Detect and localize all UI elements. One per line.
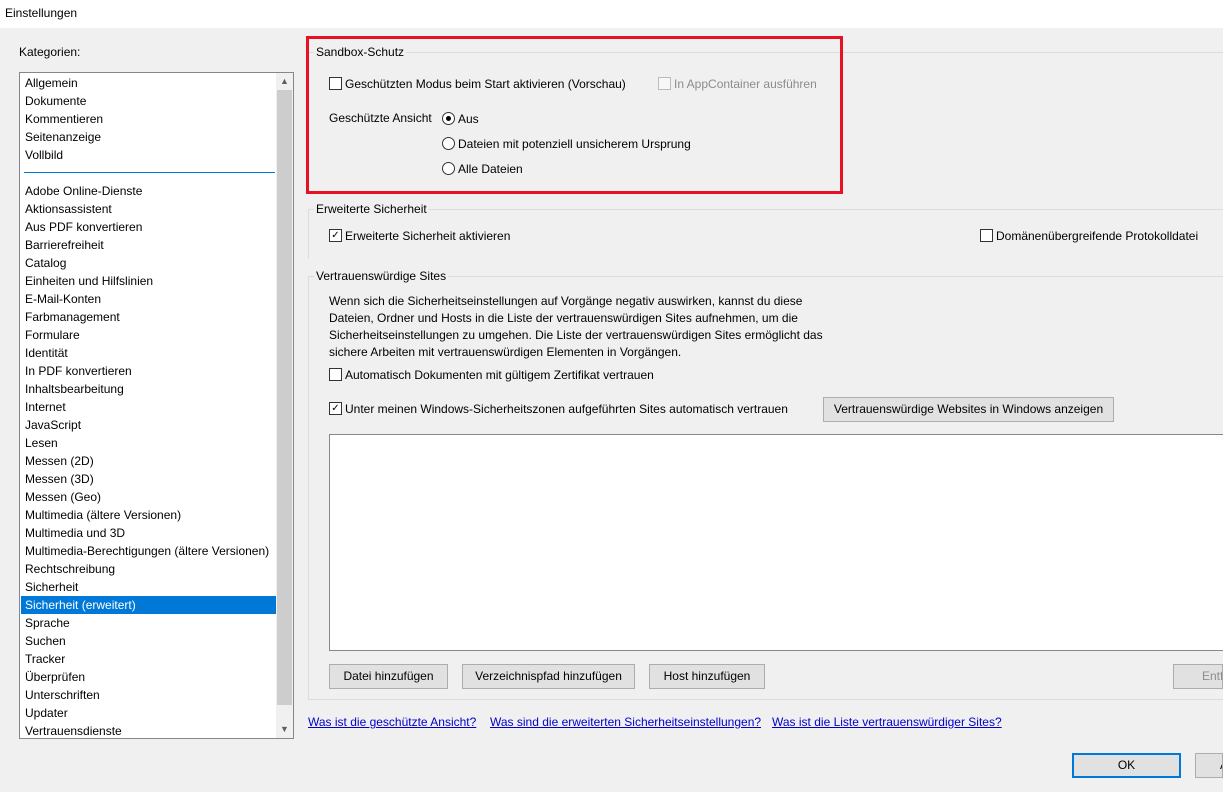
category-item[interactable]: JavaScript bbox=[21, 416, 276, 434]
trust-certified-label: Automatisch Dokumenten mit gültigem Zert… bbox=[345, 368, 654, 382]
category-item[interactable]: Lesen bbox=[21, 434, 276, 452]
radio-all-files[interactable] bbox=[442, 162, 455, 175]
add-host-button[interactable]: Host hinzufügen bbox=[649, 664, 765, 689]
category-item[interactable]: Vollbild bbox=[21, 146, 276, 164]
category-item[interactable]: Updater bbox=[21, 704, 276, 722]
enhanced-security-checkbox[interactable]: ✓ bbox=[329, 229, 342, 242]
trust-windows-zones-label: Unter meinen Windows-Sicherheitszonen au… bbox=[345, 402, 788, 416]
scroll-up-icon[interactable]: ▲ bbox=[276, 73, 293, 90]
sandbox-group bbox=[308, 52, 1223, 54]
category-scrollbar[interactable]: ▲ ▼ bbox=[276, 73, 293, 738]
category-item[interactable]: Farbmanagement bbox=[21, 308, 276, 326]
category-item[interactable]: Unterschriften bbox=[21, 686, 276, 704]
protected-view-label: Geschützte Ansicht bbox=[329, 111, 432, 125]
category-item-selected[interactable]: Sicherheit (erweitert) bbox=[21, 596, 276, 614]
category-item[interactable]: Multimedia und 3D bbox=[21, 524, 276, 542]
category-item[interactable]: In PDF konvertieren bbox=[21, 362, 276, 380]
category-item[interactable]: Einheiten und Hilfslinien bbox=[21, 272, 276, 290]
category-item[interactable]: Seitenanzeige bbox=[21, 128, 276, 146]
scroll-down-icon[interactable]: ▼ bbox=[276, 721, 293, 738]
link-protected-view[interactable]: Was ist die geschützte Ansicht? bbox=[308, 715, 476, 729]
category-item[interactable]: Catalog bbox=[21, 254, 276, 272]
remove-button[interactable]: Entf bbox=[1173, 664, 1223, 689]
category-item[interactable]: Suchen bbox=[21, 632, 276, 650]
category-item[interactable]: Vertrauensdienste bbox=[21, 722, 276, 738]
category-item[interactable]: Adobe Online-Dienste bbox=[21, 182, 276, 200]
radio-off[interactable] bbox=[442, 112, 455, 125]
category-item[interactable]: Aktionsassistent bbox=[21, 200, 276, 218]
category-item[interactable]: Multimedia-Berechtigungen (ältere Versio… bbox=[21, 542, 276, 560]
radio-all-files-label: Alle Dateien bbox=[458, 162, 523, 176]
category-item[interactable]: Internet bbox=[21, 398, 276, 416]
category-item[interactable]: Dokumente bbox=[21, 92, 276, 110]
radio-selected-dot bbox=[446, 116, 451, 121]
enhanced-security-label: Erweiterte Sicherheit aktivieren bbox=[345, 229, 511, 243]
category-item[interactable]: Sprache bbox=[21, 614, 276, 632]
protected-mode-label: Geschützten Modus beim Start aktivieren … bbox=[345, 77, 626, 91]
cancel-button[interactable]: A bbox=[1195, 753, 1223, 778]
category-item[interactable]: Messen (2D) bbox=[21, 452, 276, 470]
category-item[interactable]: E-Mail-Konten bbox=[21, 290, 276, 308]
link-trusted-sites[interactable]: Was ist die Liste vertrauenswürdiger Sit… bbox=[772, 715, 1002, 729]
radio-unsafe-origin[interactable] bbox=[442, 137, 455, 150]
trust-certified-checkbox[interactable] bbox=[329, 368, 342, 381]
category-item[interactable]: Aus PDF konvertieren bbox=[21, 218, 276, 236]
appcontainer-checkbox[interactable] bbox=[658, 77, 671, 90]
link-enhanced-security[interactable]: Was sind die erweiterten Sicherheitseins… bbox=[490, 715, 761, 729]
category-item[interactable]: Sicherheit bbox=[21, 578, 276, 596]
scrollbar-thumb[interactable] bbox=[277, 90, 292, 705]
category-item[interactable]: Rechtschreibung bbox=[21, 560, 276, 578]
radio-unsafe-origin-label: Dateien mit potenziell unsicherem Urspru… bbox=[458, 137, 691, 151]
category-item[interactable]: Inhaltsbearbeitung bbox=[21, 380, 276, 398]
trust-windows-zones-checkbox[interactable]: ✓ bbox=[329, 402, 342, 415]
category-item[interactable]: Messen (3D) bbox=[21, 470, 276, 488]
title-bar: Einstellungen bbox=[0, 0, 1223, 28]
crossdomain-log-label: Domänenübergreifende Protokolldatei bbox=[996, 229, 1199, 243]
trusted-sites-legend: Vertrauenswürdige Sites bbox=[314, 269, 449, 283]
add-file-button[interactable]: Datei hinzufügen bbox=[329, 664, 448, 689]
category-item[interactable]: Messen (Geo) bbox=[21, 488, 276, 506]
window-title: Einstellungen bbox=[5, 6, 78, 20]
radio-off-label: Aus bbox=[458, 112, 479, 126]
crossdomain-log-checkbox[interactable] bbox=[980, 229, 993, 242]
add-folder-button[interactable]: Verzeichnispfad hinzufügen bbox=[462, 664, 635, 689]
ok-button[interactable]: OK bbox=[1072, 753, 1181, 778]
category-item[interactable]: Identität bbox=[21, 344, 276, 362]
appcontainer-label: In AppContainer ausführen bbox=[674, 77, 817, 91]
category-list[interactable]: Allgemein Dokumente Kommentieren Seitena… bbox=[19, 72, 294, 739]
show-windows-sites-button[interactable]: Vertrauenswürdige Websites in Windows an… bbox=[823, 397, 1114, 422]
category-item[interactable]: Multimedia (ältere Versionen) bbox=[21, 506, 276, 524]
category-item[interactable]: Formulare bbox=[21, 326, 276, 344]
trusted-sites-description: Wenn sich die Sicherheitseinstellungen a… bbox=[329, 294, 823, 359]
category-item[interactable]: Allgemein bbox=[21, 74, 276, 92]
category-item[interactable]: Überprüfen bbox=[21, 668, 276, 686]
category-item[interactable]: Kommentieren bbox=[21, 110, 276, 128]
category-item[interactable]: Barrierefreiheit bbox=[21, 236, 276, 254]
category-separator bbox=[24, 172, 275, 173]
sandbox-legend: Sandbox-Schutz bbox=[314, 45, 407, 59]
enhanced-security-legend: Erweiterte Sicherheit bbox=[314, 202, 429, 216]
trusted-sites-list[interactable] bbox=[329, 434, 1223, 651]
categories-label: Kategorien: bbox=[19, 45, 81, 59]
category-item[interactable]: Tracker bbox=[21, 650, 276, 668]
protected-mode-checkbox[interactable] bbox=[329, 77, 342, 90]
